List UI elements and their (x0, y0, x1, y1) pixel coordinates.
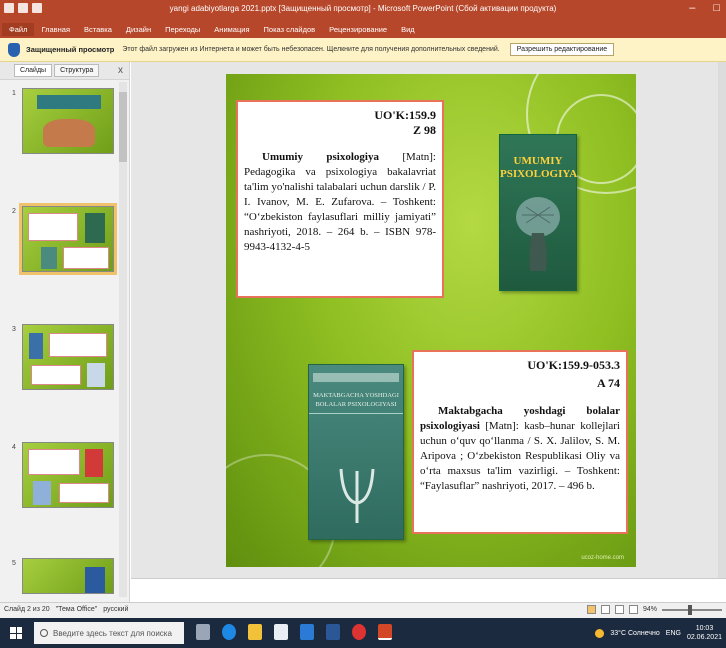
task-view-icon[interactable] (196, 624, 210, 640)
protected-view-title: Защищенный просмотр (26, 45, 115, 54)
file-explorer-icon[interactable] (248, 624, 262, 640)
zoom-level[interactable]: 94% (643, 606, 657, 613)
powerpoint-window: yangi adabiyotlarga 2021.pptx [Защищенны… (0, 0, 726, 648)
slide-editor: UO'K:159.9 Z 98 Umumiy psixologiya [Matn… (131, 62, 726, 602)
chrome-icon[interactable] (352, 624, 366, 640)
title-bar: yangi adabiyotlarga 2021.pptx [Защищенны… (0, 0, 726, 20)
bibliography-text: Umumiy psixologiya [Matn]: Pedagogika va… (244, 151, 436, 253)
tab-file[interactable]: Файл (2, 22, 35, 36)
udk-code: UO'K:159.9-053.3 (527, 358, 620, 372)
bibliography-text: Maktabgacha yoshdagi bolalar psixologiya… (420, 405, 620, 492)
weather-text[interactable]: 33°C Солнечно (610, 630, 659, 637)
slide-number: 1 (12, 90, 16, 97)
store-icon[interactable] (274, 624, 288, 640)
editor-scrollbar[interactable] (718, 62, 726, 578)
close-panel-button[interactable]: x (118, 65, 123, 76)
search-placeholder: Введите здесь текст для поиска (53, 628, 172, 638)
tab-animations[interactable]: Анимация (207, 23, 256, 36)
theme-name: "Тема Office" (55, 606, 98, 613)
notes-pane[interactable] (131, 578, 726, 602)
slide-count: Слайд 2 из 20 (4, 606, 50, 613)
zoom-slider[interactable] (662, 604, 722, 615)
reading-view-icon[interactable] (614, 605, 624, 614)
tab-insert[interactable]: Вставка (77, 23, 119, 36)
tab-design[interactable]: Дизайн (119, 23, 158, 36)
slide-thumbnail-1[interactable] (22, 88, 114, 154)
watermark: ucoz-home.com (581, 555, 624, 561)
system-tray: 33°C Солнечно ENG 10:03 02.06.2021 (595, 624, 722, 642)
minimize-button[interactable]: – (689, 2, 695, 14)
normal-view-icon[interactable] (586, 605, 596, 614)
tab-outline[interactable]: Структура (54, 64, 100, 77)
edge-icon[interactable] (222, 624, 236, 640)
shield-icon (8, 42, 20, 57)
book-cover-maktabgacha: MAKTABGACHA YOSHDAGI BOLALAR PSIXOLOGIYA… (308, 364, 404, 540)
catalog-code: Z 98 (412, 123, 436, 137)
windows-taskbar: Введите здесь текст для поиска 33°C Солн… (0, 618, 726, 648)
udk-code: UO'K:159.9 (374, 108, 436, 122)
protected-view-bar: Защищенный просмотр Этот файл загружен и… (0, 38, 726, 62)
status-bar: Слайд 2 из 20 "Тема Office" русский 94% (0, 602, 726, 618)
window-title: yangi adabiyotlarga 2021.pptx [Защищенны… (169, 4, 557, 13)
tab-slides[interactable]: Слайды (14, 64, 53, 77)
current-slide[interactable]: UO'K:159.9 Z 98 Umumiy psixologiya [Matn… (226, 74, 636, 567)
slide-thumbnail-5[interactable] (22, 558, 114, 594)
book-title: MAKTABGACHA YOSHDAGI BOLALAR PSIXOLOGIYA… (313, 392, 399, 408)
slide-thumbnail-3[interactable] (22, 324, 114, 390)
tab-review[interactable]: Рецензирование (322, 23, 394, 36)
ribbon-tabs: Файл Главная Вставка Дизайн Переходы Ани… (0, 20, 726, 38)
powerpoint-icon[interactable] (378, 624, 392, 640)
tree-head-image (516, 197, 560, 271)
enable-editing-button[interactable]: Разрешить редактирование (509, 43, 615, 56)
bibliography-card-2: UO'K:159.9-053.3 A 74 Maktabgacha yoshda… (412, 350, 628, 534)
windows-start-icon[interactable] (10, 627, 22, 639)
slide-number: 3 (12, 326, 16, 333)
book-cover-umumiy-psixologiya: UMUMIY PSIXOLOGIYA (499, 134, 577, 291)
protected-view-message[interactable]: Этот файл загружен из Интернета и может … (122, 46, 499, 53)
weather-icon (595, 628, 605, 638)
tab-home[interactable]: Главная (34, 23, 77, 36)
mail-icon[interactable] (300, 624, 314, 640)
lang-indicator[interactable]: ENG (666, 630, 681, 637)
clock[interactable]: 10:03 02.06.2021 (687, 624, 722, 642)
slide-number: 4 (12, 444, 16, 451)
book-title: UMUMIY PSIXOLOGIYA (500, 155, 578, 180)
slide-number: 5 (12, 560, 16, 567)
psi-logo-icon (339, 468, 375, 523)
tab-slide-show[interactable]: Показ слайдов (257, 23, 323, 36)
slides-panel: Слайды Структура x 1 2 3 4 5 (0, 62, 130, 602)
maximize-button[interactable]: □ (713, 2, 720, 14)
language[interactable]: русский (103, 606, 128, 613)
slide-sorter-icon[interactable] (600, 605, 610, 614)
search-icon (40, 629, 48, 637)
taskbar-search[interactable]: Введите здесь текст для поиска (34, 622, 184, 644)
word-icon[interactable] (326, 624, 340, 640)
slide-thumbnail-4[interactable] (22, 442, 114, 508)
slide-number: 2 (12, 208, 16, 215)
tab-view[interactable]: Вид (394, 23, 422, 36)
slideshow-icon[interactable] (628, 605, 638, 614)
catalog-code: A 74 (596, 376, 620, 390)
slide-thumbnail-2[interactable] (19, 203, 117, 275)
bibliography-card-1: UO'K:159.9 Z 98 Umumiy psixologiya [Matn… (236, 100, 444, 298)
tab-transitions[interactable]: Переходы (158, 23, 207, 36)
panel-scrollbar[interactable] (119, 82, 127, 597)
